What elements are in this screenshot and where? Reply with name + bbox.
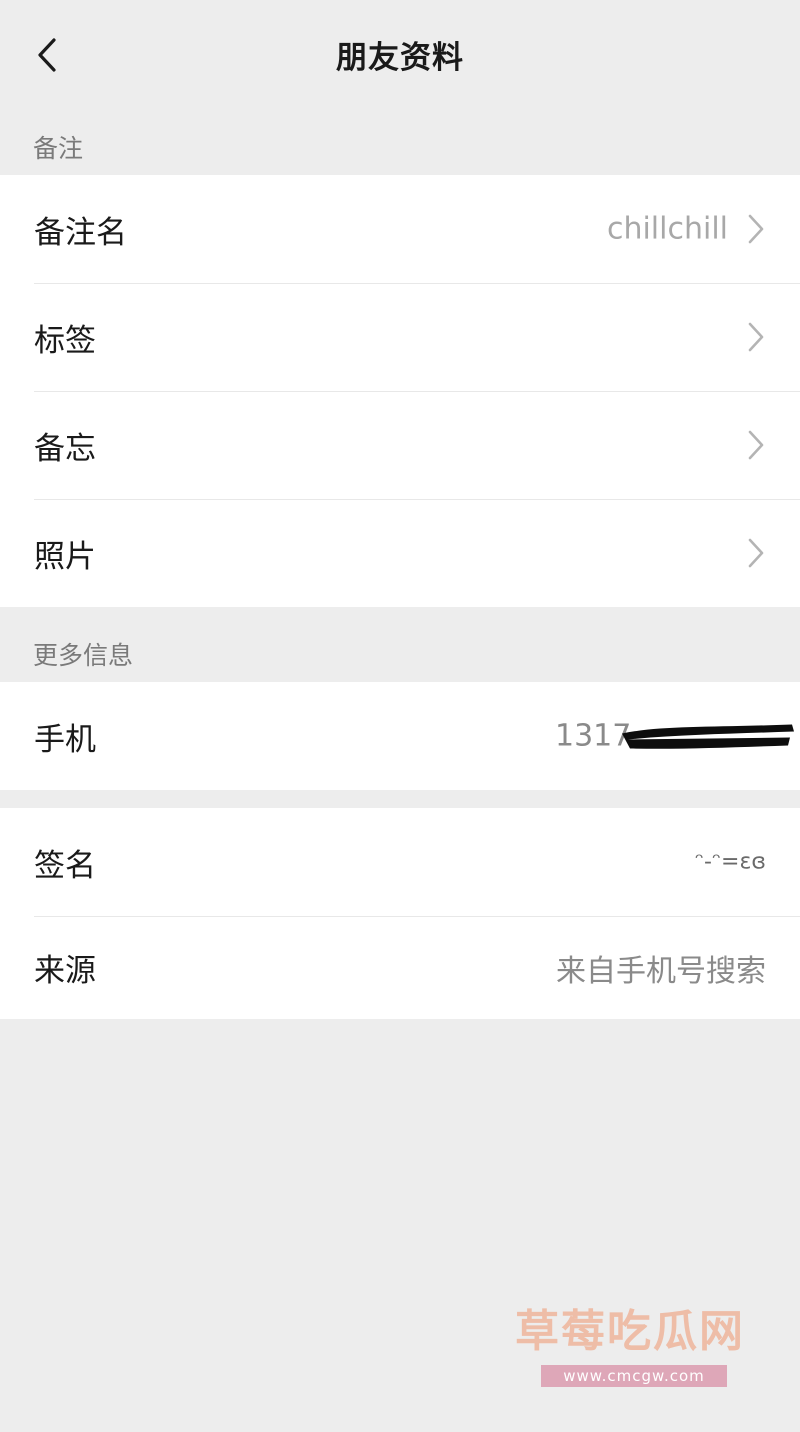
row-label: 备忘 <box>34 430 96 467</box>
row-tags[interactable]: 标签 <box>0 283 800 391</box>
row-memo[interactable]: 备忘 <box>0 391 800 499</box>
chevron-right-icon <box>748 538 764 568</box>
row-phone[interactable]: 手机 1317 <box>0 682 800 790</box>
row-label: 手机 <box>34 721 96 758</box>
navigation-bar: 朋友资料 <box>0 0 800 110</box>
row-photos[interactable]: 照片 <box>0 499 800 607</box>
watermark-url: www.cmcgw.com <box>541 1365 727 1387</box>
page-title: 朋友资料 <box>336 40 464 76</box>
source-value: 来自手机号搜索 <box>556 953 766 989</box>
section-header-more-info: 更多信息 <box>33 641 134 670</box>
chevron-right-icon <box>748 322 764 352</box>
row-label: 来源 <box>34 953 96 989</box>
watermark: 草莓吃瓜网 www.cmcgw.com <box>515 1295 760 1390</box>
row-signature: 签名 ᵔ-ᵔ=ɛɞ <box>0 808 800 916</box>
row-label: 签名 <box>34 847 96 884</box>
signature-value: ᵔ-ᵔ=ɛɞ <box>694 849 766 875</box>
phone-value[interactable]: 1317 <box>555 719 795 754</box>
chevron-right-icon <box>748 430 764 460</box>
signature-source-group: 签名 ᵔ-ᵔ=ɛɞ 来源 来自手机号搜索 <box>0 808 800 1019</box>
remark-name-value: chillchill <box>606 211 728 247</box>
redaction-scribble <box>622 724 794 749</box>
group-gap <box>0 790 800 808</box>
remark-group: 备注名 chillchill 标签 备忘 照片 <box>0 175 800 607</box>
chevron-right-icon <box>748 214 764 244</box>
section-header-remark: 备注 <box>33 134 84 163</box>
row-label: 照片 <box>34 538 96 575</box>
row-label: 备注名 <box>34 214 127 251</box>
row-label: 标签 <box>34 322 96 359</box>
row-remark-name[interactable]: 备注名 chillchill <box>0 175 800 283</box>
row-source: 来源 来自手机号搜索 <box>0 916 800 1019</box>
phone-group: 手机 1317 <box>0 682 800 790</box>
watermark-title: 草莓吃瓜网 <box>515 1306 745 1357</box>
